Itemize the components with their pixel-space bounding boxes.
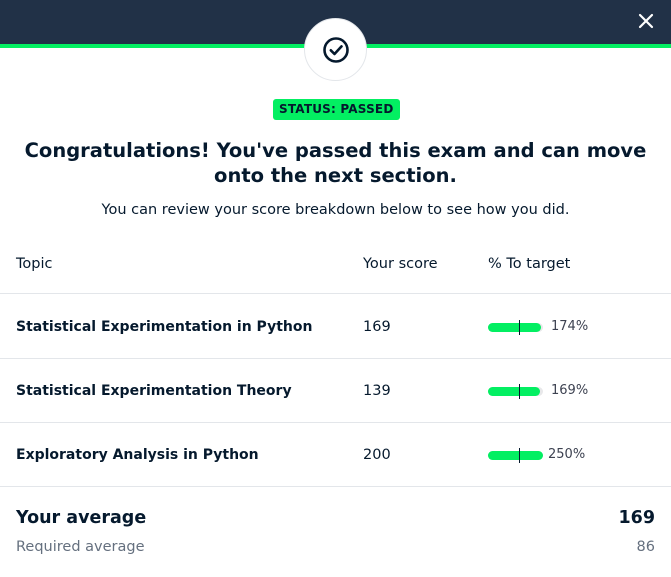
column-header-topic: Topic <box>16 256 53 272</box>
check-circle-icon <box>322 36 349 63</box>
status-badge: STATUS: PASSED <box>273 99 400 120</box>
required-average-value: 86 <box>636 539 655 555</box>
topic-name: Statistical Experimentation Theory <box>16 383 292 399</box>
target-progress-fill <box>488 323 541 332</box>
table-row: Exploratory Analysis in Python 200 250% <box>0 423 671 487</box>
page-subtitle: You can review your score breakdown belo… <box>101 202 570 218</box>
table-header: Topic Your score % To target <box>0 248 671 294</box>
column-header-score: Your score <box>363 256 438 272</box>
your-average-value: 169 <box>618 508 655 528</box>
target-percent: 250% <box>548 447 586 462</box>
table-row: Statistical Experimentation in Python 16… <box>0 295 671 359</box>
topic-score: 139 <box>363 383 391 399</box>
target-marker <box>519 320 520 335</box>
your-average-label: Your average <box>16 508 147 528</box>
status-badge-circle <box>304 18 367 81</box>
target-progress-bar <box>488 384 543 399</box>
target-marker <box>519 384 520 399</box>
target-progress-fill <box>488 387 540 396</box>
target-progress-fill <box>488 451 543 460</box>
page-title: Congratulations! You've passed this exam… <box>24 139 647 187</box>
topic-name: Exploratory Analysis in Python <box>16 447 259 463</box>
topic-score: 169 <box>363 319 391 335</box>
target-marker <box>519 448 520 463</box>
target-progress-bar <box>488 448 543 463</box>
close-icon[interactable] <box>635 10 657 32</box>
target-progress-bar <box>488 320 543 335</box>
topic-name: Statistical Experimentation in Python <box>16 319 313 335</box>
target-percent: 174% <box>551 319 589 334</box>
required-average-label: Required average <box>16 539 145 555</box>
table-row: Statistical Experimentation Theory 139 1… <box>0 359 671 423</box>
column-header-target: % To target <box>488 256 571 272</box>
topic-score: 200 <box>363 447 391 463</box>
target-percent: 169% <box>551 383 589 398</box>
